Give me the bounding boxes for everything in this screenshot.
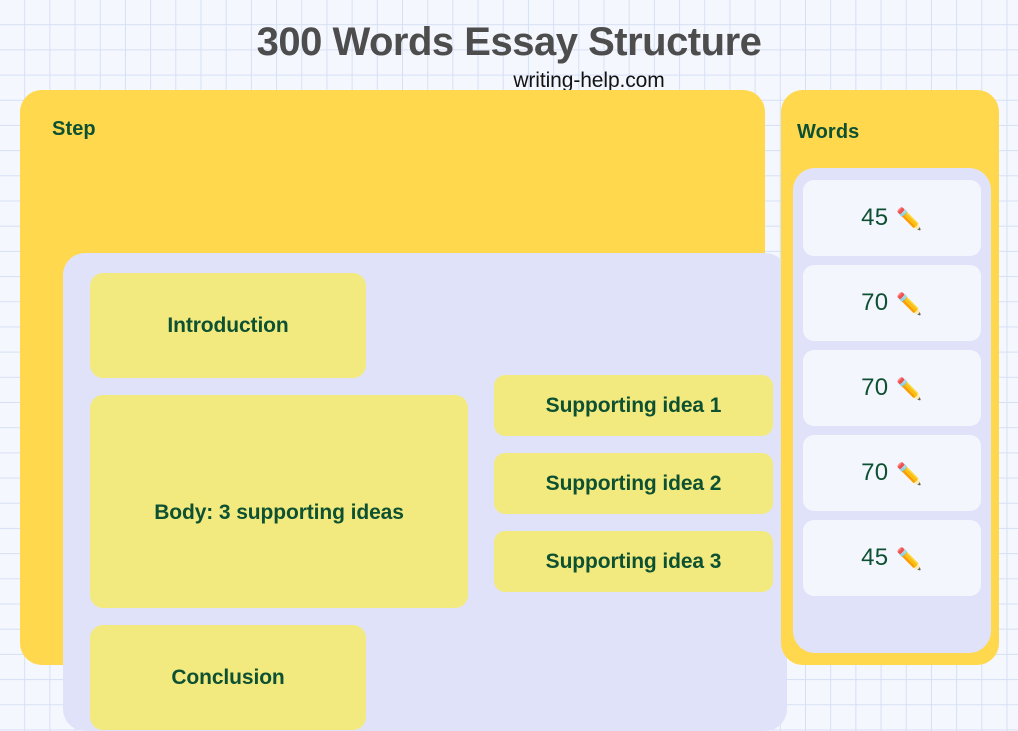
supporting-idea-1[interactable]: Supporting idea 1: [494, 375, 773, 436]
step-box-introduction-label: Introduction: [167, 313, 289, 337]
words-column-panel: 45 ✏️ 70 ✏️ 70 ✏️ 70 ✏️ 45 ✏️: [793, 168, 991, 653]
pencil-icon: ✏️: [896, 292, 923, 316]
supporting-idea-2[interactable]: Supporting idea 2: [494, 453, 773, 514]
word-count-card[interactable]: 70 ✏️: [803, 265, 981, 341]
pencil-icon: ✏️: [896, 462, 923, 486]
step-column-header: Step: [52, 118, 96, 140]
pencil-icon: ✏️: [896, 207, 923, 231]
words-column-header: Words: [797, 121, 860, 143]
supporting-ideas-list: Supporting idea 1 Supporting idea 2 Supp…: [494, 375, 773, 592]
word-count-card[interactable]: 70 ✏️: [803, 435, 981, 511]
page-title: 300 Words Essay Structure: [256, 20, 762, 64]
word-count-card[interactable]: 70 ✏️: [803, 350, 981, 426]
step-column-panel: Introduction Body: 3 supporting ideas Co…: [63, 253, 787, 731]
word-count-value: 45: [861, 204, 889, 231]
main-steps-list: Introduction Body: 3 supporting ideas Co…: [90, 273, 468, 730]
word-count-value: 70: [861, 459, 889, 486]
step-box-conclusion[interactable]: Conclusion: [90, 625, 366, 730]
step-box-body-label: Body: 3 supporting ideas: [154, 500, 404, 524]
step-box-introduction[interactable]: Introduction: [90, 273, 366, 378]
step-box-body[interactable]: Body: 3 supporting ideas: [90, 395, 468, 608]
header: 300 Words Essay Structure writing-help.c…: [0, 0, 1018, 93]
step-column: Step Introduction Body: 3 supporting ide…: [20, 90, 787, 731]
word-count-value: 70: [861, 289, 889, 316]
words-column: Words 45 ✏️ 70 ✏️ 70 ✏️ 70 ✏️ 45 ✏️: [781, 90, 999, 665]
pencil-icon: ✏️: [896, 547, 923, 571]
supporting-idea-1-label: Supporting idea 1: [545, 393, 722, 417]
word-count-card[interactable]: 45 ✏️: [803, 520, 981, 596]
supporting-idea-2-label: Supporting idea 2: [545, 471, 722, 495]
word-count-list: 45 ✏️ 70 ✏️ 70 ✏️ 70 ✏️ 45 ✏️: [803, 180, 981, 605]
pencil-icon: ✏️: [896, 377, 923, 401]
supporting-idea-3[interactable]: Supporting idea 3: [494, 531, 773, 592]
step-box-conclusion-label: Conclusion: [171, 665, 285, 689]
word-count-value: 45: [861, 544, 889, 571]
word-count-value: 70: [861, 374, 889, 401]
word-count-card[interactable]: 45 ✏️: [803, 180, 981, 256]
supporting-idea-3-label: Supporting idea 3: [545, 549, 722, 573]
